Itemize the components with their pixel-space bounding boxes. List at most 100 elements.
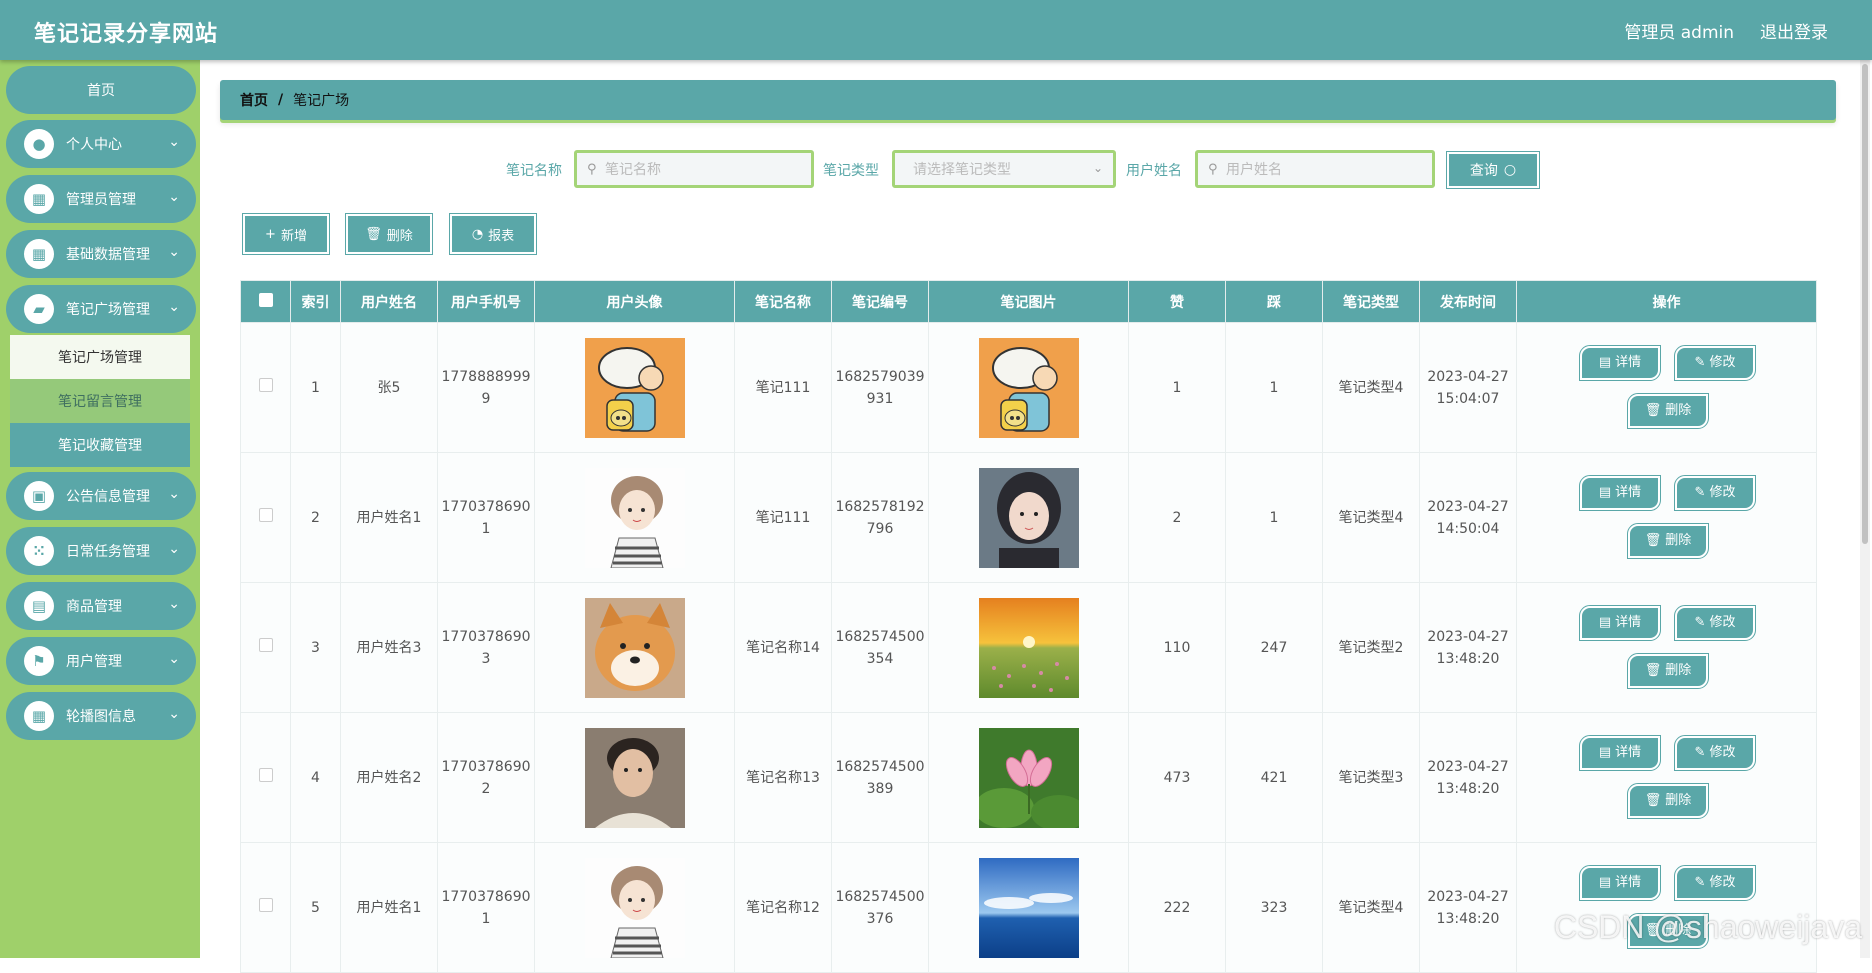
- row-checkbox[interactable]: [258, 897, 273, 912]
- like-count-cell: 473: [1128, 712, 1226, 843]
- like-count-cell: 222: [1128, 842, 1226, 973]
- row-checkbox[interactable]: [258, 507, 273, 522]
- document-icon: ▤: [1598, 875, 1612, 890]
- note-type-select[interactable]: 请选择笔记类型 ⌄: [892, 150, 1116, 188]
- operations-cell: ▤ 详情 ✎ 修改 🗑 删除: [1516, 582, 1817, 713]
- folder-icon: ▰: [24, 294, 54, 324]
- note-name-cell: 笔记名称14: [734, 582, 832, 713]
- trash-icon: 🗑: [365, 226, 382, 242]
- user-name-cell: 用户姓名2: [340, 712, 438, 843]
- edit-button[interactable]: ✎ 修改: [1674, 605, 1756, 641]
- column-header: 用户头像: [534, 280, 735, 323]
- note-type-cell: 笔记类型4: [1322, 322, 1420, 453]
- row-checkbox[interactable]: [258, 767, 273, 782]
- delete-button[interactable]: 🗑 删除: [1627, 393, 1709, 429]
- search-icon: ⚲: [1208, 162, 1218, 177]
- user-avatar-image: [584, 597, 685, 698]
- detail-button[interactable]: ▤ 详情: [1579, 605, 1661, 641]
- edit-button[interactable]: ✎ 修改: [1674, 735, 1756, 771]
- detail-button[interactable]: ▤ 详情: [1579, 345, 1661, 381]
- column-header: 笔记类型: [1322, 280, 1420, 323]
- sidebar-item-label: 商品管理: [66, 599, 122, 615]
- sidebar-item-basic-data[interactable]: ▦ 基础数据管理 ⌄: [6, 230, 196, 278]
- chevron-down-icon: ⌄: [168, 134, 180, 150]
- select-all-header[interactable]: [240, 280, 291, 323]
- chevron-down-icon: ⌄: [168, 706, 180, 722]
- submenu-note-comment-management[interactable]: 笔记留言管理: [10, 379, 190, 423]
- user-phone-cell: 17703786902: [437, 712, 535, 843]
- detail-button[interactable]: ▤ 详情: [1579, 865, 1661, 901]
- table-row: 1 张5 17788889999 笔记111 1682579039931 1 1 笔记类型4 2…: [240, 322, 1817, 453]
- like-count-cell: 110: [1128, 582, 1226, 713]
- note-image: [978, 337, 1079, 438]
- like-count-cell: 2: [1128, 452, 1226, 583]
- sidebar-item-daily-task[interactable]: ⁙ 日常任务管理 ⌄: [6, 527, 196, 575]
- publish-time-cell: 2023-04-27 13:48:20: [1419, 842, 1517, 973]
- report-button[interactable]: ◔ 报表: [449, 213, 537, 255]
- briefcase-icon: ▣: [24, 481, 54, 511]
- note-name-input[interactable]: ⚲ 笔记名称: [574, 150, 814, 188]
- admin-user-label[interactable]: 管理员 admin: [1624, 18, 1734, 43]
- sidebar-item-personal-center[interactable]: ● 个人中心 ⌄: [6, 120, 196, 168]
- sidebar-item-announcement[interactable]: ▣ 公告信息管理 ⌄: [6, 472, 196, 520]
- edit-button[interactable]: ✎ 修改: [1674, 345, 1756, 381]
- sidebar-item-note-square[interactable]: ▰ 笔记广场管理 ⌄: [6, 285, 196, 333]
- user-phone-cell: 17703786901: [437, 452, 535, 583]
- breadcrumb-home[interactable]: 首页: [240, 90, 268, 110]
- sidebar-item-label: 用户管理: [66, 654, 122, 670]
- delete-button[interactable]: 🗑 删除: [1627, 523, 1709, 559]
- dislike-count-cell: 1: [1225, 322, 1323, 453]
- submenu-note-square-management[interactable]: 笔记广场管理: [10, 335, 190, 379]
- index-cell: 2: [290, 452, 341, 583]
- sidebar-item-carousel[interactable]: ▦ 轮播图信息 ⌄: [6, 692, 196, 740]
- row-checkbox[interactable]: [258, 377, 273, 392]
- batch-delete-button[interactable]: 🗑 删除: [345, 213, 433, 255]
- note-number-cell: 1682578192796: [831, 452, 929, 583]
- dislike-count-cell: 1: [1225, 452, 1323, 583]
- trash-icon: 🗑: [1644, 663, 1662, 678]
- pie-chart-icon: ◔: [471, 226, 484, 242]
- delete-button[interactable]: 🗑 删除: [1627, 653, 1709, 689]
- delete-button[interactable]: 🗑 删除: [1627, 783, 1709, 819]
- detail-button[interactable]: ▤ 详情: [1579, 735, 1661, 771]
- note-type-cell: 笔记类型4: [1322, 842, 1420, 973]
- top-bar: 笔记记录分享网站 管理员 admin 退出登录: [0, 0, 1872, 60]
- edit-button[interactable]: ✎ 修改: [1674, 865, 1756, 901]
- dislike-count-cell: 421: [1225, 712, 1323, 843]
- sidebar-item-label: 基础数据管理: [66, 247, 150, 263]
- row-checkbox[interactable]: [258, 637, 273, 652]
- sidebar-item-label: 首页: [87, 83, 115, 99]
- breadcrumb-separator: /: [278, 92, 284, 108]
- detail-button[interactable]: ▤ 详情: [1579, 475, 1661, 511]
- table-row: 4 用户姓名2 17703786902 笔记名称13 1682574500389 473 4…: [240, 712, 1817, 843]
- submenu-note-favorite-management[interactable]: 笔记收藏管理: [10, 423, 190, 467]
- trash-icon: 🗑: [1644, 403, 1662, 418]
- user-name-cell: 用户姓名3: [340, 582, 438, 713]
- document-icon: ▤: [1598, 745, 1612, 760]
- site-title: 笔记记录分享网站: [34, 22, 219, 47]
- watermark: CSDN @shaoweijava: [1553, 909, 1862, 945]
- column-header: 索引: [290, 280, 341, 323]
- sidebar-item-home[interactable]: 首页: [6, 66, 196, 114]
- select-all-checkbox[interactable]: [258, 292, 273, 307]
- scrollbar[interactable]: [1860, 60, 1870, 958]
- pencil-icon: ✎: [1694, 615, 1706, 630]
- user-name-input[interactable]: ⚲ 用户姓名: [1195, 150, 1435, 188]
- column-header: 操作: [1516, 280, 1817, 323]
- user-name-label: 用户姓名: [1126, 163, 1182, 179]
- trash-icon: 🗑: [1644, 533, 1662, 548]
- logout-link[interactable]: 退出登录: [1760, 18, 1828, 43]
- add-button[interactable]: + 新增: [242, 213, 330, 255]
- edit-button[interactable]: ✎ 修改: [1674, 475, 1756, 511]
- note-name-cell: 笔记111: [734, 322, 832, 453]
- sidebar-item-goods[interactable]: ▤ 商品管理 ⌄: [6, 582, 196, 630]
- note-image-cell: [928, 842, 1129, 973]
- sidebar-item-user-management[interactable]: ⚑ 用户管理 ⌄: [6, 637, 196, 685]
- query-button[interactable]: 查询 ○: [1446, 151, 1540, 189]
- note-number-cell: 1682574500354: [831, 582, 929, 713]
- scrollbar-thumb[interactable]: [1862, 64, 1868, 544]
- sidebar-item-admin-management[interactable]: ▦ 管理员管理 ⌄: [6, 175, 196, 223]
- user-phone-cell: 17703786903: [437, 582, 535, 713]
- clipboard-icon: ▤: [24, 591, 54, 621]
- note-number-cell: 1682579039931: [831, 322, 929, 453]
